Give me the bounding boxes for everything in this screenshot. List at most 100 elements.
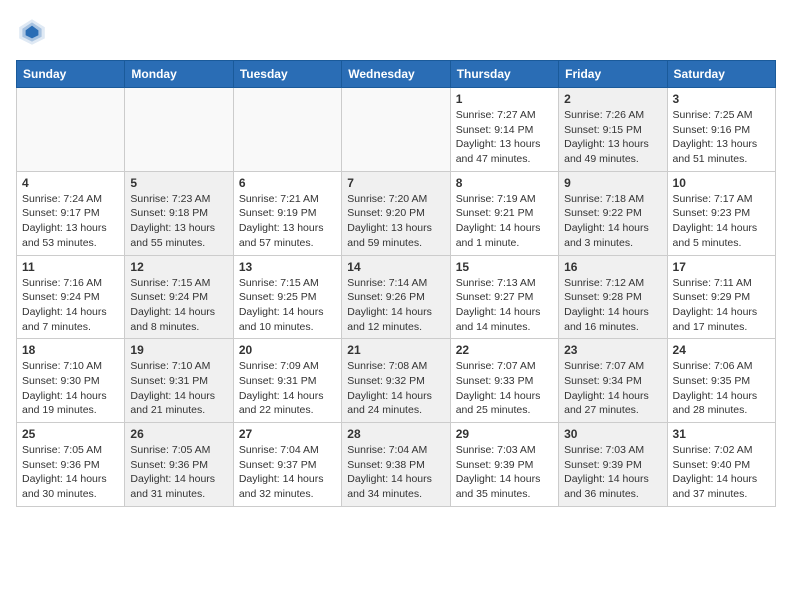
day-info: Sunrise: 7:10 AM Sunset: 9:31 PM Dayligh…: [130, 359, 227, 418]
day-info: Sunrise: 7:20 AM Sunset: 9:20 PM Dayligh…: [347, 192, 444, 251]
calendar-cell: 17 Sunrise: 7:11 AM Sunset: 9:29 PM Dayli…: [667, 255, 775, 339]
calendar-header: SundayMondayTuesdayWednesdayThursdayFrid…: [17, 61, 776, 88]
day-number: 10: [673, 176, 770, 190]
day-number: 20: [239, 343, 336, 357]
day-info: Sunrise: 7:13 AM Sunset: 9:27 PM Dayligh…: [456, 276, 553, 335]
day-info: Sunrise: 7:24 AM Sunset: 9:17 PM Dayligh…: [22, 192, 119, 251]
day-info: Sunrise: 7:03 AM Sunset: 9:39 PM Dayligh…: [456, 443, 553, 502]
day-info: Sunrise: 7:09 AM Sunset: 9:31 PM Dayligh…: [239, 359, 336, 418]
weekday-header-sunday: Sunday: [17, 61, 125, 88]
calendar-week-3: 18 Sunrise: 7:10 AM Sunset: 9:30 PM Dayli…: [17, 339, 776, 423]
weekday-header-thursday: Thursday: [450, 61, 558, 88]
page-header: [16, 16, 776, 48]
day-number: 6: [239, 176, 336, 190]
day-info: Sunrise: 7:27 AM Sunset: 9:14 PM Dayligh…: [456, 108, 553, 167]
day-info: Sunrise: 7:04 AM Sunset: 9:37 PM Dayligh…: [239, 443, 336, 502]
calendar-week-1: 4 Sunrise: 7:24 AM Sunset: 9:17 PM Daylig…: [17, 171, 776, 255]
day-number: 22: [456, 343, 553, 357]
weekday-header-friday: Friday: [559, 61, 667, 88]
day-number: 23: [564, 343, 661, 357]
calendar-cell: 22 Sunrise: 7:07 AM Sunset: 9:33 PM Dayli…: [450, 339, 558, 423]
day-info: Sunrise: 7:05 AM Sunset: 9:36 PM Dayligh…: [130, 443, 227, 502]
calendar-cell: [17, 88, 125, 172]
day-info: Sunrise: 7:04 AM Sunset: 9:38 PM Dayligh…: [347, 443, 444, 502]
calendar-table: SundayMondayTuesdayWednesdayThursdayFrid…: [16, 60, 776, 507]
day-number: 30: [564, 427, 661, 441]
day-number: 3: [673, 92, 770, 106]
day-number: 13: [239, 260, 336, 274]
calendar-cell: 15 Sunrise: 7:13 AM Sunset: 9:27 PM Dayli…: [450, 255, 558, 339]
day-number: 7: [347, 176, 444, 190]
day-info: Sunrise: 7:14 AM Sunset: 9:26 PM Dayligh…: [347, 276, 444, 335]
day-number: 25: [22, 427, 119, 441]
calendar-week-4: 25 Sunrise: 7:05 AM Sunset: 9:36 PM Dayli…: [17, 423, 776, 507]
day-number: 16: [564, 260, 661, 274]
calendar-cell: 18 Sunrise: 7:10 AM Sunset: 9:30 PM Dayli…: [17, 339, 125, 423]
day-number: 2: [564, 92, 661, 106]
day-number: 12: [130, 260, 227, 274]
weekday-header-monday: Monday: [125, 61, 233, 88]
calendar-cell: 1 Sunrise: 7:27 AM Sunset: 9:14 PM Daylig…: [450, 88, 558, 172]
day-number: 11: [22, 260, 119, 274]
day-info: Sunrise: 7:25 AM Sunset: 9:16 PM Dayligh…: [673, 108, 770, 167]
day-number: 27: [239, 427, 336, 441]
day-number: 15: [456, 260, 553, 274]
calendar-cell: [342, 88, 450, 172]
day-info: Sunrise: 7:15 AM Sunset: 9:24 PM Dayligh…: [130, 276, 227, 335]
calendar-cell: 13 Sunrise: 7:15 AM Sunset: 9:25 PM Dayli…: [233, 255, 341, 339]
day-number: 1: [456, 92, 553, 106]
day-info: Sunrise: 7:07 AM Sunset: 9:33 PM Dayligh…: [456, 359, 553, 418]
day-number: 5: [130, 176, 227, 190]
day-info: Sunrise: 7:10 AM Sunset: 9:30 PM Dayligh…: [22, 359, 119, 418]
calendar-cell: 30Sunrise: 7:03 AM Sunset: 9:39 PM Dayli…: [559, 423, 667, 507]
calendar-cell: 20 Sunrise: 7:09 AM Sunset: 9:31 PM Dayli…: [233, 339, 341, 423]
calendar-cell: 16 Sunrise: 7:12 AM Sunset: 9:28 PM Dayli…: [559, 255, 667, 339]
day-info: Sunrise: 7:16 AM Sunset: 9:24 PM Dayligh…: [22, 276, 119, 335]
calendar-cell: 5 Sunrise: 7:23 AM Sunset: 9:18 PM Daylig…: [125, 171, 233, 255]
calendar-cell: 23 Sunrise: 7:07 AM Sunset: 9:34 PM Dayli…: [559, 339, 667, 423]
day-info: Sunrise: 7:12 AM Sunset: 9:28 PM Dayligh…: [564, 276, 661, 335]
day-number: 18: [22, 343, 119, 357]
day-number: 17: [673, 260, 770, 274]
calendar-cell: 24Sunrise: 7:06 AM Sunset: 9:35 PM Dayli…: [667, 339, 775, 423]
calendar-cell: 31 Sunrise: 7:02 AM Sunset: 9:40 PM Dayli…: [667, 423, 775, 507]
calendar-cell: 29 Sunrise: 7:03 AM Sunset: 9:39 PM Dayli…: [450, 423, 558, 507]
calendar-cell: [233, 88, 341, 172]
calendar-cell: 10 Sunrise: 7:17 AM Sunset: 9:23 PM Dayli…: [667, 171, 775, 255]
logo: [16, 16, 52, 48]
calendar-cell: 14 Sunrise: 7:14 AM Sunset: 9:26 PM Dayli…: [342, 255, 450, 339]
calendar-cell: 26 Sunrise: 7:05 AM Sunset: 9:36 PM Dayli…: [125, 423, 233, 507]
logo-icon: [16, 16, 48, 48]
day-info: Sunrise: 7:19 AM Sunset: 9:21 PM Dayligh…: [456, 192, 553, 251]
day-info: Sunrise: 7:11 AM Sunset: 9:29 PM Dayligh…: [673, 276, 770, 335]
calendar-cell: 8 Sunrise: 7:19 AM Sunset: 9:21 PM Daylig…: [450, 171, 558, 255]
calendar-cell: 27 Sunrise: 7:04 AM Sunset: 9:37 PM Dayli…: [233, 423, 341, 507]
day-info: Sunrise: 7:06 AM Sunset: 9:35 PM Dayligh…: [673, 359, 770, 418]
day-number: 26: [130, 427, 227, 441]
day-number: 21: [347, 343, 444, 357]
calendar-cell: 28 Sunrise: 7:04 AM Sunset: 9:38 PM Dayli…: [342, 423, 450, 507]
calendar-cell: 3 Sunrise: 7:25 AM Sunset: 9:16 PM Daylig…: [667, 88, 775, 172]
day-info: Sunrise: 7:02 AM Sunset: 9:40 PM Dayligh…: [673, 443, 770, 502]
weekday-header-wednesday: Wednesday: [342, 61, 450, 88]
calendar-cell: 6Sunrise: 7:21 AM Sunset: 9:19 PM Daylig…: [233, 171, 341, 255]
day-info: Sunrise: 7:18 AM Sunset: 9:22 PM Dayligh…: [564, 192, 661, 251]
day-info: Sunrise: 7:15 AM Sunset: 9:25 PM Dayligh…: [239, 276, 336, 335]
calendar-cell: 25Sunrise: 7:05 AM Sunset: 9:36 PM Dayli…: [17, 423, 125, 507]
day-number: 31: [673, 427, 770, 441]
calendar-cell: 19 Sunrise: 7:10 AM Sunset: 9:31 PM Dayli…: [125, 339, 233, 423]
day-info: Sunrise: 7:26 AM Sunset: 9:15 PM Dayligh…: [564, 108, 661, 167]
day-number: 8: [456, 176, 553, 190]
day-info: Sunrise: 7:07 AM Sunset: 9:34 PM Dayligh…: [564, 359, 661, 418]
day-number: 4: [22, 176, 119, 190]
day-number: 9: [564, 176, 661, 190]
day-number: 19: [130, 343, 227, 357]
day-number: 28: [347, 427, 444, 441]
day-number: 29: [456, 427, 553, 441]
calendar-cell: 12 Sunrise: 7:15 AM Sunset: 9:24 PM Dayli…: [125, 255, 233, 339]
day-info: Sunrise: 7:23 AM Sunset: 9:18 PM Dayligh…: [130, 192, 227, 251]
weekday-header-tuesday: Tuesday: [233, 61, 341, 88]
calendar-week-0: 1 Sunrise: 7:27 AM Sunset: 9:14 PM Daylig…: [17, 88, 776, 172]
day-info: Sunrise: 7:17 AM Sunset: 9:23 PM Dayligh…: [673, 192, 770, 251]
day-number: 14: [347, 260, 444, 274]
